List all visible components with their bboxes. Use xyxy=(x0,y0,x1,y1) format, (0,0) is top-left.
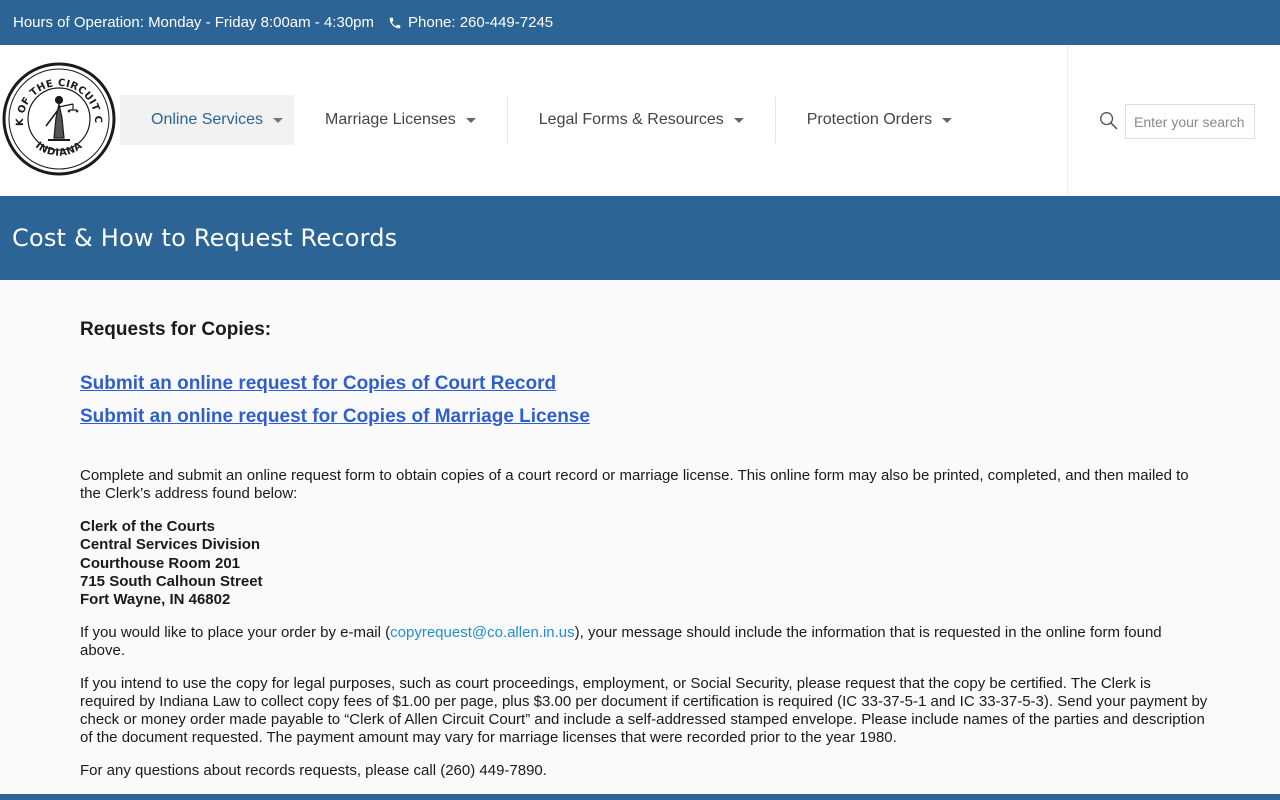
page-title-banner: Cost & How to Request Records xyxy=(0,196,1280,280)
hours-text: Hours of Operation: Monday - Friday 8:00… xyxy=(13,14,374,31)
email-link[interactable]: copyrequest@co.allen.in.us xyxy=(390,624,575,641)
email-paragraph: If you would like to place your order by… xyxy=(80,624,1210,660)
caret-down-icon xyxy=(273,117,284,123)
page-title: Cost & How to Request Records xyxy=(12,224,398,252)
mailing-address: Clerk of the Courts Central Services Div… xyxy=(80,518,1210,609)
address-line: Clerk of the Courts xyxy=(80,518,216,535)
nav-label: Legal Forms & Resources xyxy=(538,111,724,128)
marriage-license-request-link[interactable]: Submit an online request for Copies of M… xyxy=(80,405,1210,429)
main-content: Requests for Copies: Submit an online re… xyxy=(80,280,1210,780)
search-icon[interactable] xyxy=(1099,111,1118,130)
phone-contact[interactable]: Phone: 260-449-7245 xyxy=(388,14,553,31)
caret-down-icon xyxy=(942,117,953,123)
caret-down-icon xyxy=(465,117,476,123)
header-divider xyxy=(1067,45,1068,196)
address-line: Fort Wayne, IN 46802 xyxy=(80,591,231,609)
address-line: Courthouse Room 201 xyxy=(80,554,241,572)
questions-paragraph: For any questions about records requests… xyxy=(80,762,547,780)
main-navigation: Online Services Marriage Licenses Legal … xyxy=(120,95,983,145)
legal-paragraph: If you intend to use the copy for legal … xyxy=(80,675,1208,747)
address-line: Central Services Division xyxy=(80,536,261,554)
nav-label: Protection Orders xyxy=(806,111,933,128)
top-info-bar: Hours of Operation: Monday - Friday 8:00… xyxy=(0,0,1280,45)
nav-label: Online Services xyxy=(151,111,264,128)
court-record-request-link[interactable]: Submit an online request for Copies of C… xyxy=(80,372,1210,396)
nav-item-legal-forms-resources[interactable]: Legal Forms & Resources xyxy=(508,95,775,145)
nav-item-protection-orders[interactable]: Protection Orders xyxy=(776,95,983,145)
section-heading: Requests for Copies: xyxy=(80,319,272,340)
nav-label: Marriage Licenses xyxy=(325,111,456,128)
site-header: CLERK OF THE CIRCUIT COURT INDIANA Onlin… xyxy=(0,45,1280,196)
email-text-before: If you would like to place your order by… xyxy=(80,624,391,642)
nav-item-marriage-licenses[interactable]: Marriage Licenses xyxy=(294,95,507,145)
intro-paragraph: Complete and submit an online request fo… xyxy=(80,467,1189,502)
caret-down-icon xyxy=(733,117,744,123)
phone-icon xyxy=(389,17,401,28)
clerk-seal-graphic: CLERK OF THE CIRCUIT COURT INDIANA xyxy=(0,52,116,176)
nav-item-online-services[interactable]: Online Services xyxy=(120,95,295,145)
search-input[interactable] xyxy=(1125,104,1255,139)
phone-text: Phone: 260-449-7245 xyxy=(408,14,554,31)
footer-strip xyxy=(0,794,1280,800)
address-line: 715 South Calhoun Street xyxy=(80,572,263,590)
clerk-seal-logo[interactable]: CLERK OF THE CIRCUIT COURT INDIANA xyxy=(0,52,116,178)
